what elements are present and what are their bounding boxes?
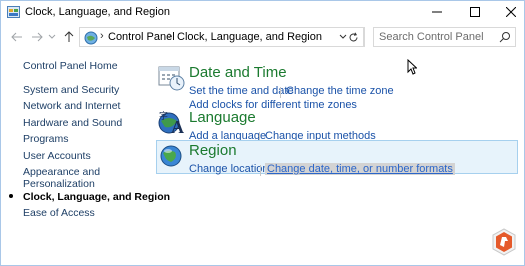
change-time-zone-link[interactable]: Change the time zone <box>286 85 394 97</box>
region-globe-icon <box>157 142 185 170</box>
forward-arrow-icon[interactable] <box>29 27 45 47</box>
change-location-link[interactable]: Change location <box>189 163 269 175</box>
search-placeholder: Search Control Panel <box>379 31 484 43</box>
nav-control-panel-home[interactable]: Control Panel Home <box>23 60 118 72</box>
refresh-button[interactable] <box>343 27 365 47</box>
refresh-icon <box>349 32 358 41</box>
breadcrumb-control-panel[interactable]: Control Panel <box>108 31 175 43</box>
language-globe-icon: A 字 <box>157 109 185 137</box>
search-icon[interactable] <box>499 31 511 43</box>
breadcrumb-chevron-icon: › <box>168 30 172 42</box>
minimize-button[interactable] <box>419 1 455 23</box>
nav-hardware-and-sound[interactable]: Hardware and Sound <box>23 117 122 129</box>
nav-network-and-internet[interactable]: Network and Internet <box>23 100 120 112</box>
address-bar[interactable]: › Control Panel › Clock, Language, and R… <box>79 27 364 47</box>
nav-ease-of-access[interactable]: Ease of Access <box>23 207 95 219</box>
link-divider <box>280 87 281 98</box>
watermark-logo-icon <box>489 227 519 257</box>
up-arrow-icon[interactable] <box>61 27 77 47</box>
region-title[interactable]: Region <box>189 142 237 159</box>
back-arrow-icon[interactable] <box>9 27 25 47</box>
window-title: Clock, Language, and Region <box>25 6 170 18</box>
change-formats-link[interactable]: Change date, time, or number formats <box>265 163 455 175</box>
title-bar: Clock, Language, and Region <box>1 1 524 23</box>
nav-system-and-security[interactable]: System and Security <box>23 84 119 96</box>
date-and-time-title[interactable]: Date and Time <box>189 64 287 81</box>
current-page-bullet-icon <box>9 194 13 198</box>
recent-locations-icon[interactable] <box>47 27 57 47</box>
control-panel-icon <box>84 31 98 45</box>
nav-appearance-line2[interactable]: Personalization <box>23 178 95 190</box>
control-panel-icon <box>7 6 20 18</box>
nav-programs[interactable]: Programs <box>23 133 69 145</box>
control-panel-window: Clock, Language, and Region › Control Pa… <box>0 0 525 266</box>
search-input[interactable]: Search Control Panel <box>373 27 516 47</box>
language-title[interactable]: Language <box>189 109 256 126</box>
breadcrumb-current[interactable]: Clock, Language, and Region <box>177 31 322 43</box>
nav-appearance-line1[interactable]: Appearance and <box>23 166 100 178</box>
svg-text:A: A <box>171 117 184 137</box>
set-time-and-date-link[interactable]: Set the time and date <box>189 85 294 97</box>
close-button[interactable] <box>493 1 524 23</box>
svg-text:字: 字 <box>159 110 168 121</box>
breadcrumb-chevron-icon: › <box>100 30 104 42</box>
nav-user-accounts[interactable]: User Accounts <box>23 150 91 162</box>
calendar-clock-icon <box>157 64 185 92</box>
maximize-button[interactable] <box>457 1 493 23</box>
link-divider <box>260 165 261 176</box>
nav-clock-language-region: Clock, Language, and Region <box>23 191 171 203</box>
mouse-cursor-icon <box>407 58 418 75</box>
